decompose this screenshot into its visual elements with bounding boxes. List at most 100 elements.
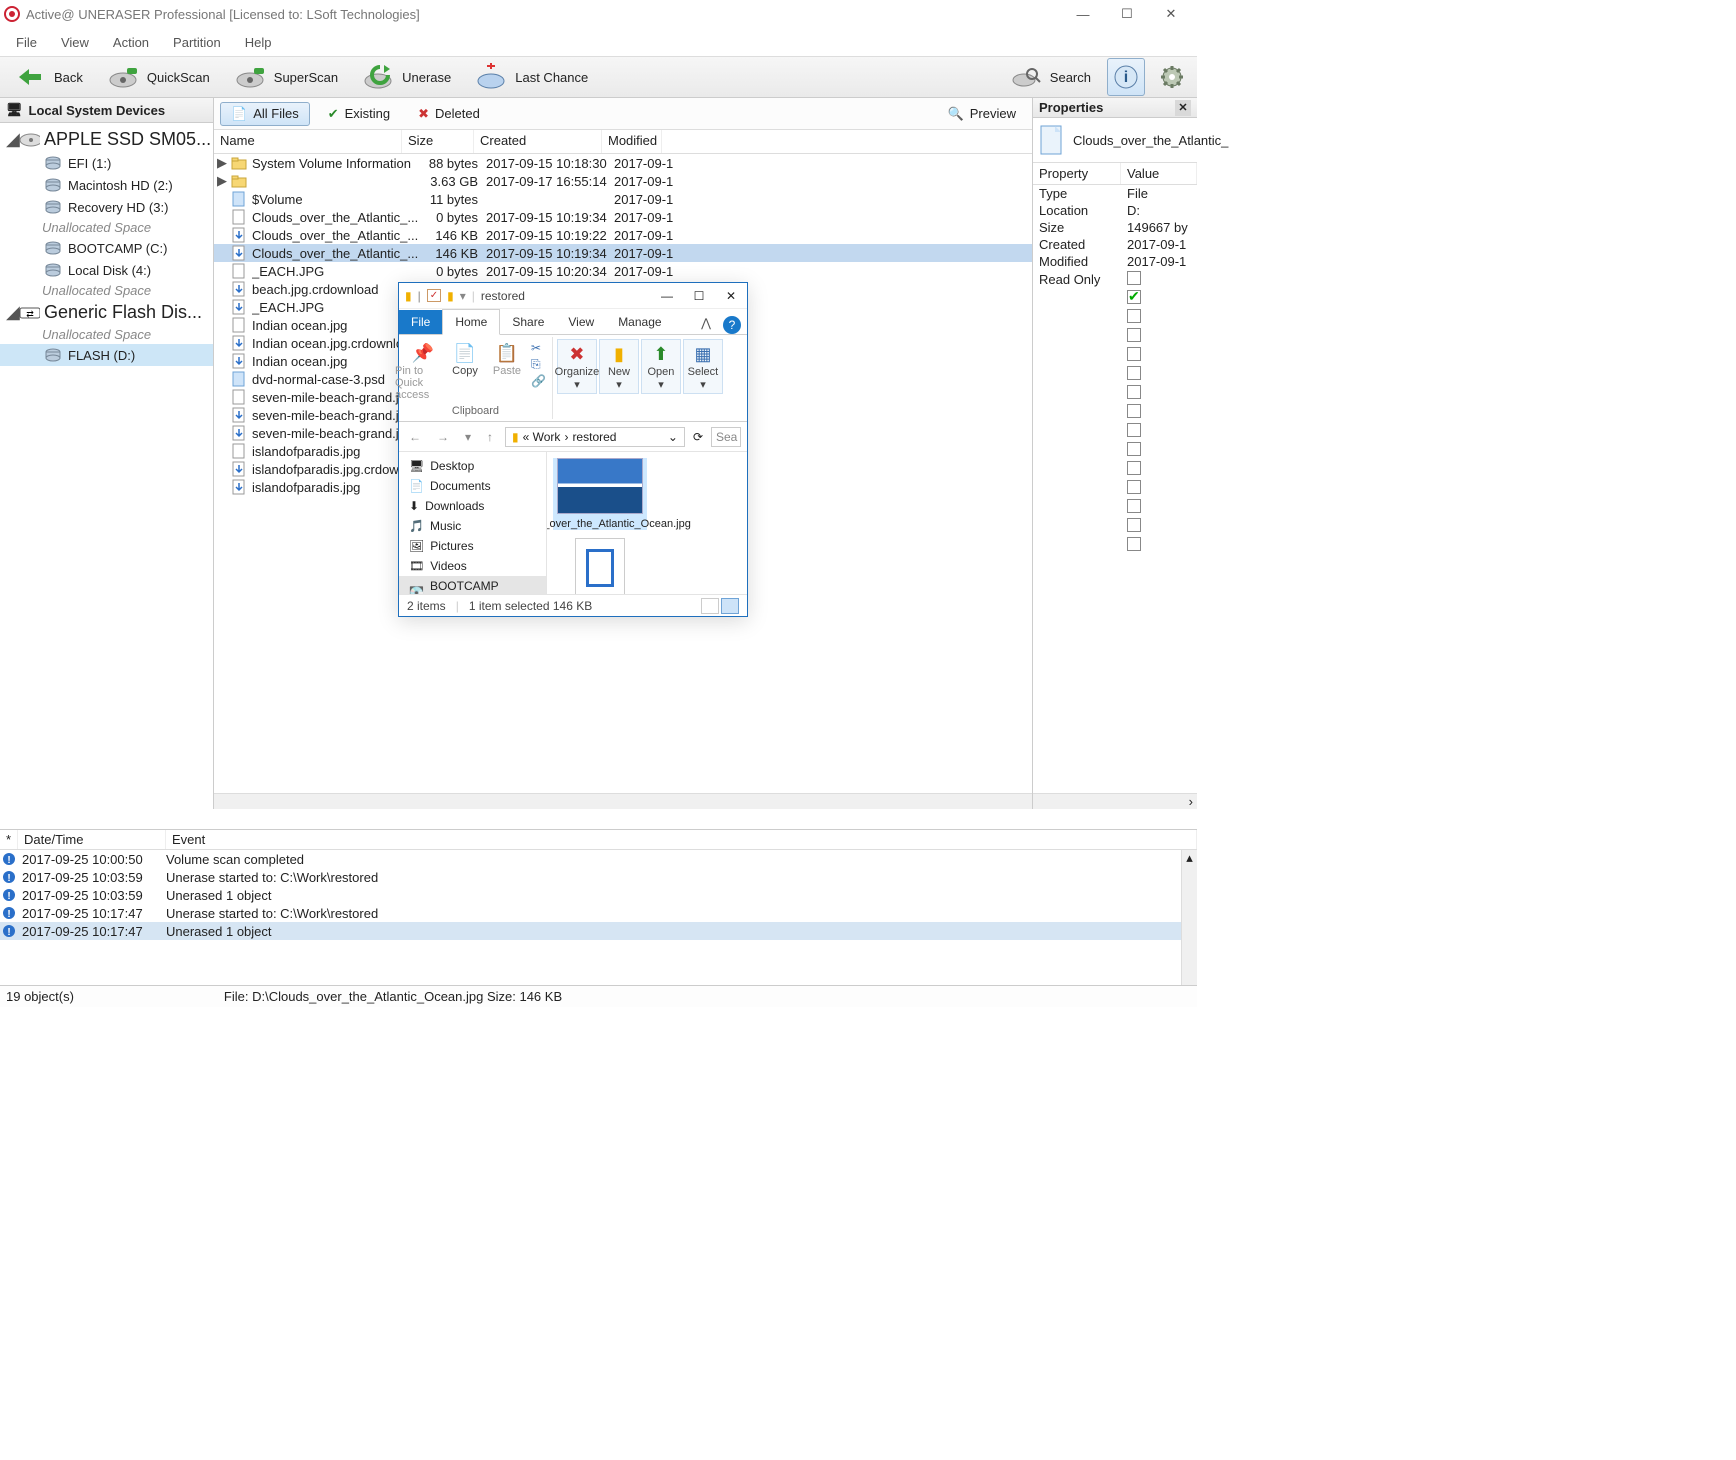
unerase-button[interactable]: Unerase: [354, 59, 459, 95]
checkbox[interactable]: [1127, 290, 1141, 304]
disk-node[interactable]: ◢ APPLE SSD SM05...: [0, 127, 213, 152]
properties-scrollbar[interactable]: ›: [1033, 793, 1197, 809]
log-list[interactable]: !2017-09-25 10:00:50Volume scan complete…: [0, 850, 1181, 985]
explorer-tree-item[interactable]: 🎞Videos: [399, 556, 546, 576]
log-row[interactable]: !2017-09-25 10:17:47Unerased 1 object: [0, 922, 1181, 940]
breadcrumb[interactable]: ▮ « Work › restored ⌄: [505, 427, 685, 447]
tab-manage[interactable]: Manage: [606, 310, 673, 334]
collapse-icon[interactable]: ◢: [6, 129, 18, 150]
log-row[interactable]: !2017-09-25 10:03:59Unerased 1 object: [0, 886, 1181, 904]
search-button[interactable]: Search: [1002, 59, 1099, 95]
col-datetime[interactable]: Date/Time: [18, 830, 166, 849]
help-button[interactable]: ?: [723, 316, 741, 334]
close-button[interactable]: ✕: [1149, 0, 1193, 28]
log-row[interactable]: !2017-09-25 10:17:47Unerase started to: …: [0, 904, 1181, 922]
device-tree[interactable]: ◢ APPLE SSD SM05... EFI (1:)Macintosh HD…: [0, 123, 213, 809]
explorer-minimize[interactable]: —: [651, 283, 683, 309]
crumb-restored[interactable]: restored: [572, 430, 616, 444]
volume-node[interactable]: FLASH (D:): [0, 344, 213, 366]
checkbox[interactable]: [1127, 442, 1141, 456]
lastchance-button[interactable]: Last Chance: [467, 59, 596, 95]
search-box[interactable]: Sea: [711, 427, 741, 447]
log-row[interactable]: !2017-09-25 10:00:50Volume scan complete…: [0, 850, 1181, 868]
log-scrollbar[interactable]: ▴: [1181, 850, 1197, 985]
explorer-tree-item[interactable]: 🎵Music: [399, 516, 546, 536]
cut-icon[interactable]: ✂: [531, 341, 546, 355]
nav-back[interactable]: ←: [405, 430, 425, 444]
organize-button[interactable]: ✖Organize▾: [557, 339, 597, 394]
volume-node[interactable]: Unallocated Space: [0, 218, 213, 237]
explorer-tree-item[interactable]: 🖼Pictures: [399, 536, 546, 556]
filter-preview[interactable]: 🔍 Preview: [938, 103, 1026, 125]
maximize-button[interactable]: ☐: [1105, 0, 1149, 28]
checkbox[interactable]: [1127, 499, 1141, 513]
nav-history[interactable]: ▾: [461, 430, 475, 444]
col-modified[interactable]: Modified: [602, 130, 662, 153]
volume-node[interactable]: BOOTCAMP (C:): [0, 237, 213, 259]
ribbon-collapse-icon[interactable]: ⋀: [695, 312, 717, 334]
file-thumbnail[interactable]: Clouds_over_the_Atlantic_Ocean.jpg: [553, 458, 647, 530]
copy-path-icon[interactable]: ⎘: [531, 357, 546, 372]
log-row[interactable]: !2017-09-25 10:03:59Unerase started to: …: [0, 868, 1181, 886]
filter-deleted[interactable]: ✖ Deleted: [408, 103, 490, 125]
file-row[interactable]: Clouds_over_the_Atlantic_...146 KB2017-0…: [214, 226, 1032, 244]
tab-view[interactable]: View: [556, 310, 606, 334]
nav-up[interactable]: ↑: [483, 430, 497, 444]
select-button[interactable]: ▦Select▾: [683, 339, 723, 394]
file-row[interactable]: ▶3.63 GB2017-09-17 16:55:142017-09-1: [214, 172, 1032, 190]
col-size[interactable]: Size: [402, 130, 474, 153]
checkbox[interactable]: [1127, 423, 1141, 437]
volume-node[interactable]: Local Disk (4:): [0, 259, 213, 281]
menu-file[interactable]: File: [4, 31, 49, 54]
menu-help[interactable]: Help: [233, 31, 284, 54]
expand-icon[interactable]: ▶: [214, 155, 230, 171]
checkbox[interactable]: [1127, 309, 1141, 323]
col-property[interactable]: Property: [1033, 163, 1121, 184]
check-icon[interactable]: ✓: [427, 289, 441, 302]
settings-button[interactable]: [1153, 58, 1191, 96]
checkbox[interactable]: [1127, 347, 1141, 361]
paste-button[interactable]: 📋Paste: [487, 339, 527, 403]
volume-node[interactable]: Unallocated Space: [0, 325, 213, 344]
new-button[interactable]: ▮New▾: [599, 339, 639, 394]
volume-node[interactable]: Recovery HD (3:): [0, 196, 213, 218]
file-thumbnail[interactable]: [553, 538, 647, 594]
checkbox[interactable]: [1127, 480, 1141, 494]
open-button[interactable]: ⬆Open▾: [641, 339, 681, 394]
checkbox[interactable]: [1127, 461, 1141, 475]
explorer-tree-item[interactable]: 📄Documents: [399, 476, 546, 496]
filter-existing[interactable]: ✔ Existing: [318, 103, 400, 125]
quickscan-button[interactable]: QuickScan: [99, 59, 218, 95]
checkbox[interactable]: [1127, 404, 1141, 418]
volume-node[interactable]: Unallocated Space: [0, 281, 213, 300]
menu-view[interactable]: View: [49, 31, 101, 54]
superscan-button[interactable]: SuperScan: [226, 59, 346, 95]
explorer-tree-item[interactable]: ⬇Downloads: [399, 496, 546, 516]
nav-forward[interactable]: →: [433, 430, 453, 444]
collapse-icon[interactable]: ◢: [6, 302, 18, 323]
file-panel-scrollbar[interactable]: [214, 793, 1032, 809]
view-details-button[interactable]: [701, 598, 719, 614]
menu-partition[interactable]: Partition: [161, 31, 233, 54]
explorer-tree-item[interactable]: 💽BOOTCAMP (C:)⌄: [399, 576, 546, 594]
properties-close-button[interactable]: ✕: [1175, 100, 1191, 116]
refresh-button[interactable]: ⟳: [693, 430, 703, 444]
file-row[interactable]: Clouds_over_the_Atlantic_...0 bytes2017-…: [214, 208, 1032, 226]
filter-all[interactable]: 📄 All Files: [220, 102, 310, 126]
file-row[interactable]: Clouds_over_the_Atlantic_...146 KB2017-0…: [214, 244, 1032, 262]
copy-button[interactable]: 📄Copy: [445, 339, 485, 403]
tab-share[interactable]: Share: [500, 310, 556, 334]
explorer-maximize[interactable]: ☐: [683, 283, 715, 309]
checkbox[interactable]: [1127, 385, 1141, 399]
tab-file[interactable]: File: [399, 310, 442, 334]
file-row[interactable]: ▶System Volume Information88 bytes2017-0…: [214, 154, 1032, 172]
tab-home[interactable]: Home: [442, 309, 500, 335]
col-event[interactable]: Event: [166, 830, 1197, 849]
volume-node[interactable]: EFI (1:): [0, 152, 213, 174]
col-star[interactable]: *: [0, 830, 18, 849]
checkbox[interactable]: [1127, 518, 1141, 532]
expand-icon[interactable]: ▶: [214, 173, 230, 189]
checkbox[interactable]: [1127, 328, 1141, 342]
paste-shortcut-icon[interactable]: 🔗: [531, 374, 546, 388]
col-name[interactable]: Name: [214, 130, 402, 153]
